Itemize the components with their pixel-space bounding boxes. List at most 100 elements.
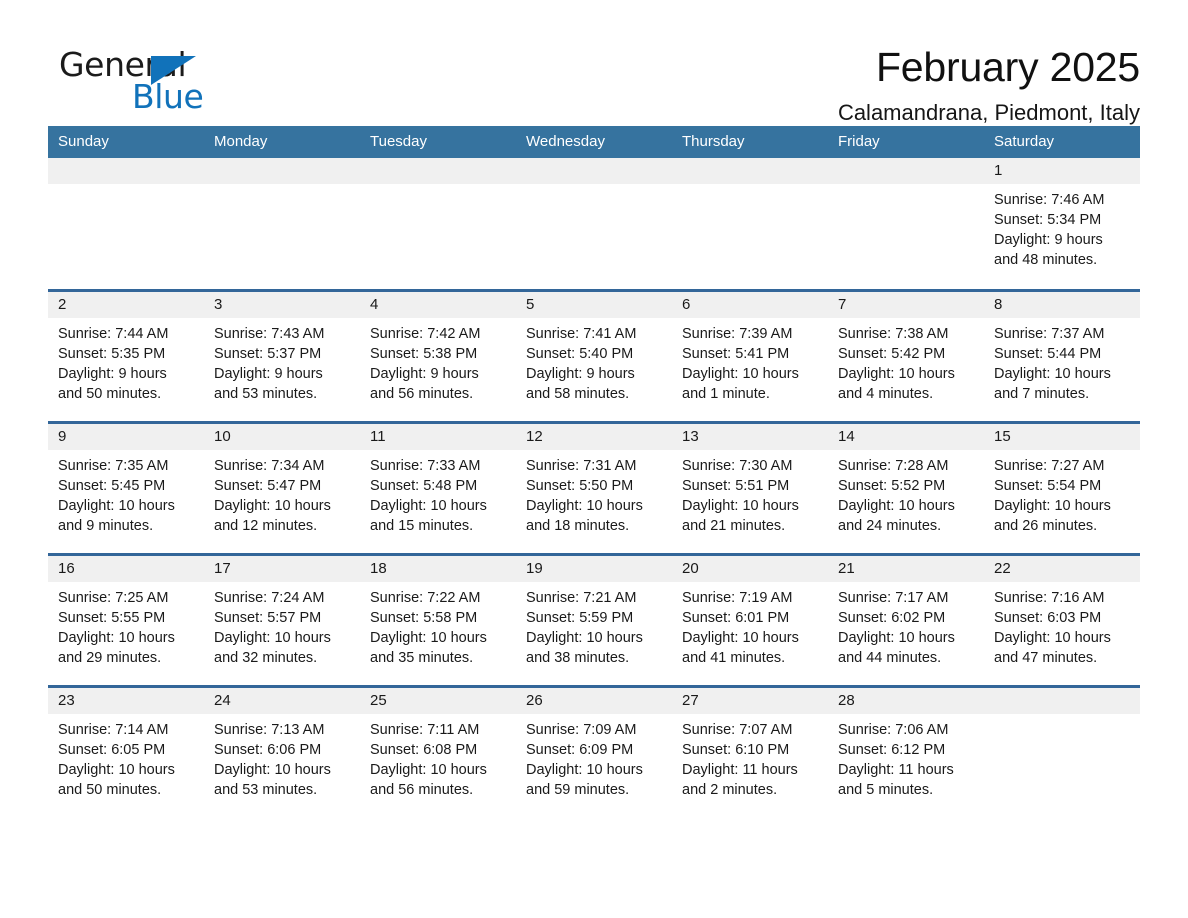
sunset-text: Sunset: 5:57 PM bbox=[214, 609, 322, 626]
calendar-week-row: 2 Sunrise: 7:44 AM Sunset: 5:35 PM Daylight… bbox=[48, 288, 1140, 422]
sunrise-text: Sunrise: 7:28 AM bbox=[838, 457, 949, 474]
day-info: Sunrise: 7:46 AM Sunset: 5:34 PM Daylight:… bbox=[984, 184, 1140, 270]
day-info: Sunrise: 7:24 AM Sunset: 5:57 PM Daylight:… bbox=[204, 582, 360, 668]
day-cell[interactable]: 17 Sunrise: 7:24 AM Sunset: 5:57 PM Dayligh… bbox=[204, 552, 360, 686]
daylight-text: Daylight: 11 hours and 5 minutes. bbox=[838, 761, 954, 798]
sunrise-text: Sunrise: 7:41 AM bbox=[526, 325, 637, 342]
daylight-text: Daylight: 10 hours and 38 minutes. bbox=[526, 629, 643, 666]
sunrise-text: Sunrise: 7:46 AM bbox=[994, 192, 1105, 208]
calendar-table: Sunday Monday Tuesday Wednesday Thursday… bbox=[48, 126, 1140, 818]
day-number: 24 bbox=[204, 687, 360, 714]
day-info: Sunrise: 7:22 AM Sunset: 5:58 PM Daylight:… bbox=[360, 582, 516, 668]
page-subtitle: Calamandrana, Piedmont, Italy bbox=[837, 100, 1140, 126]
day-cell[interactable]: 14 Sunrise: 7:28 AM Sunset: 5:52 PM Dayligh… bbox=[828, 420, 984, 554]
sunset-text: Sunset: 5:42 PM bbox=[838, 345, 946, 362]
day-cell[interactable]: 15 Sunrise: 7:27 AM Sunset: 5:54 PM Dayligh… bbox=[984, 420, 1140, 554]
sunrise-text: Sunrise: 7:19 AM bbox=[682, 589, 793, 606]
sunset-text: Sunset: 6:01 PM bbox=[682, 609, 790, 626]
daylight-text: Daylight: 10 hours and 21 minutes. bbox=[682, 497, 799, 534]
sunrise-text: Sunrise: 7:31 AM bbox=[526, 457, 637, 474]
sunset-text: Sunset: 5:48 PM bbox=[370, 477, 478, 494]
sunrise-text: Sunrise: 7:16 AM bbox=[994, 589, 1105, 606]
day-info: Sunrise: 7:07 AM Sunset: 6:10 PM Daylight:… bbox=[672, 714, 828, 800]
day-number: 27 bbox=[672, 687, 828, 714]
day-info: Sunrise: 7:37 AM Sunset: 5:44 PM Daylight:… bbox=[984, 318, 1140, 404]
day-cell[interactable]: 3 Sunrise: 7:43 AM Sunset: 5:37 PM Daylight… bbox=[204, 288, 360, 422]
day-cell[interactable]: 8 Sunrise: 7:37 AM Sunset: 5:44 PM Daylight… bbox=[984, 288, 1140, 422]
day-cell[interactable]: 28 Sunrise: 7:06 AM Sunset: 6:12 PM Dayligh… bbox=[828, 684, 984, 818]
sunrise-text: Sunrise: 7:44 AM bbox=[58, 325, 169, 342]
day-number: 10 bbox=[204, 423, 360, 450]
sunset-text: Sunset: 5:38 PM bbox=[370, 345, 478, 362]
sunrise-text: Sunrise: 7:13 AM bbox=[214, 721, 325, 738]
day-cell[interactable]: 6 Sunrise: 7:39 AM Sunset: 5:41 PM Daylight… bbox=[672, 288, 828, 422]
day-cell-empty bbox=[984, 684, 1140, 818]
day-cell[interactable]: 25 Sunrise: 7:11 AM Sunset: 6:08 PM Dayligh… bbox=[360, 684, 516, 818]
day-info: Sunrise: 7:06 AM Sunset: 6:12 PM Daylight:… bbox=[828, 714, 984, 800]
logo-text-blue: Blue bbox=[132, 77, 204, 116]
calendar-page: General Blue February 2025 Calamandrana,… bbox=[0, 0, 1188, 918]
day-cell[interactable]: 7 Sunrise: 7:38 AM Sunset: 5:42 PM Daylight… bbox=[828, 288, 984, 422]
day-cell[interactable]: 24 Sunrise: 7:13 AM Sunset: 6:06 PM Dayligh… bbox=[204, 684, 360, 818]
daylight-text: Daylight: 10 hours and 44 minutes. bbox=[838, 629, 955, 666]
sunset-text: Sunset: 5:45 PM bbox=[58, 477, 166, 494]
daylight-text: Daylight: 10 hours and 26 minutes. bbox=[994, 497, 1111, 534]
day-info: Sunrise: 7:43 AM Sunset: 5:37 PM Daylight:… bbox=[204, 318, 360, 404]
day-cell[interactable]: 22 Sunrise: 7:16 AM Sunset: 6:03 PM Dayligh… bbox=[984, 552, 1140, 686]
sunrise-text: Sunrise: 7:14 AM bbox=[58, 721, 169, 738]
day-cell[interactable]: 11 Sunrise: 7:33 AM Sunset: 5:48 PM Dayligh… bbox=[360, 420, 516, 554]
day-cell-empty bbox=[360, 158, 516, 290]
day-cell[interactable]: 20 Sunrise: 7:19 AM Sunset: 6:01 PM Dayligh… bbox=[672, 552, 828, 686]
day-number: 16 bbox=[48, 555, 204, 582]
day-cell[interactable]: 2 Sunrise: 7:44 AM Sunset: 5:35 PM Daylight… bbox=[48, 288, 204, 422]
day-cell[interactable]: 12 Sunrise: 7:31 AM Sunset: 5:50 PM Dayligh… bbox=[516, 420, 672, 554]
day-cell[interactable]: 9 Sunrise: 7:35 AM Sunset: 5:45 PM Daylight… bbox=[48, 420, 204, 554]
day-cell[interactable]: 10 Sunrise: 7:34 AM Sunset: 5:47 PM Dayligh… bbox=[204, 420, 360, 554]
sunrise-text: Sunrise: 7:42 AM bbox=[370, 325, 481, 342]
day-cell-empty bbox=[204, 158, 360, 290]
sunrise-text: Sunrise: 7:09 AM bbox=[526, 721, 637, 738]
day-info: Sunrise: 7:17 AM Sunset: 6:02 PM Daylight:… bbox=[828, 582, 984, 668]
sunset-text: Sunset: 6:10 PM bbox=[682, 741, 790, 758]
day-info: Sunrise: 7:28 AM Sunset: 5:52 PM Daylight:… bbox=[828, 450, 984, 536]
sunrise-text: Sunrise: 7:30 AM bbox=[682, 457, 793, 474]
day-cell[interactable]: 13 Sunrise: 7:30 AM Sunset: 5:51 PM Dayligh… bbox=[672, 420, 828, 554]
day-cell[interactable]: 18 Sunrise: 7:22 AM Sunset: 5:58 PM Dayligh… bbox=[360, 552, 516, 686]
day-number: 15 bbox=[984, 423, 1140, 450]
sunset-text: Sunset: 6:05 PM bbox=[58, 741, 166, 758]
calendar-body: 1 Sunrise: 7:46 AM Sunset: 5:34 PM Daylight… bbox=[48, 158, 1140, 818]
day-cell[interactable]: 16 Sunrise: 7:25 AM Sunset: 5:55 PM Dayligh… bbox=[48, 552, 204, 686]
day-cell[interactable]: 21 Sunrise: 7:17 AM Sunset: 6:02 PM Dayligh… bbox=[828, 552, 984, 686]
day-info: Sunrise: 7:34 AM Sunset: 5:47 PM Daylight:… bbox=[204, 450, 360, 536]
day-cell[interactable]: 23 Sunrise: 7:14 AM Sunset: 6:05 PM Dayligh… bbox=[48, 684, 204, 818]
daylight-text: Daylight: 10 hours and 59 minutes. bbox=[526, 761, 643, 798]
day-info: Sunrise: 7:44 AM Sunset: 5:35 PM Daylight:… bbox=[48, 318, 204, 404]
generalblue-logo[interactable]: General Blue bbox=[48, 44, 238, 114]
sunrise-text: Sunrise: 7:33 AM bbox=[370, 457, 481, 474]
weekday-header-saturday: Saturday bbox=[984, 126, 1140, 158]
day-number: 23 bbox=[48, 687, 204, 714]
sunset-text: Sunset: 5:47 PM bbox=[214, 477, 322, 494]
day-number bbox=[516, 158, 672, 184]
day-cell[interactable]: 5 Sunrise: 7:41 AM Sunset: 5:40 PM Daylight… bbox=[516, 288, 672, 422]
sunset-text: Sunset: 5:37 PM bbox=[214, 345, 322, 362]
weekday-header-wednesday: Wednesday bbox=[516, 126, 672, 158]
day-cell-empty bbox=[48, 158, 204, 290]
sunset-text: Sunset: 6:02 PM bbox=[838, 609, 946, 626]
sunset-text: Sunset: 5:41 PM bbox=[682, 345, 790, 362]
day-cell[interactable]: 1 Sunrise: 7:46 AM Sunset: 5:34 PM Daylight… bbox=[984, 158, 1140, 290]
sunrise-text: Sunrise: 7:11 AM bbox=[370, 721, 480, 738]
day-cell[interactable]: 26 Sunrise: 7:09 AM Sunset: 6:09 PM Dayligh… bbox=[516, 684, 672, 818]
day-info: Sunrise: 7:39 AM Sunset: 5:41 PM Daylight:… bbox=[672, 318, 828, 404]
sunrise-text: Sunrise: 7:34 AM bbox=[214, 457, 325, 474]
day-cell[interactable]: 19 Sunrise: 7:21 AM Sunset: 5:59 PM Dayligh… bbox=[516, 552, 672, 686]
day-number: 25 bbox=[360, 687, 516, 714]
sunrise-text: Sunrise: 7:37 AM bbox=[994, 325, 1105, 342]
weekday-header-sunday: Sunday bbox=[48, 126, 204, 158]
day-info: Sunrise: 7:19 AM Sunset: 6:01 PM Daylight:… bbox=[672, 582, 828, 668]
day-cell[interactable]: 27 Sunrise: 7:07 AM Sunset: 6:10 PM Dayligh… bbox=[672, 684, 828, 818]
sunset-text: Sunset: 5:50 PM bbox=[526, 477, 634, 494]
day-cell[interactable]: 4 Sunrise: 7:42 AM Sunset: 5:38 PM Daylight… bbox=[360, 288, 516, 422]
page-title: February 2025 bbox=[875, 44, 1140, 90]
day-info: Sunrise: 7:13 AM Sunset: 6:06 PM Daylight:… bbox=[204, 714, 360, 800]
